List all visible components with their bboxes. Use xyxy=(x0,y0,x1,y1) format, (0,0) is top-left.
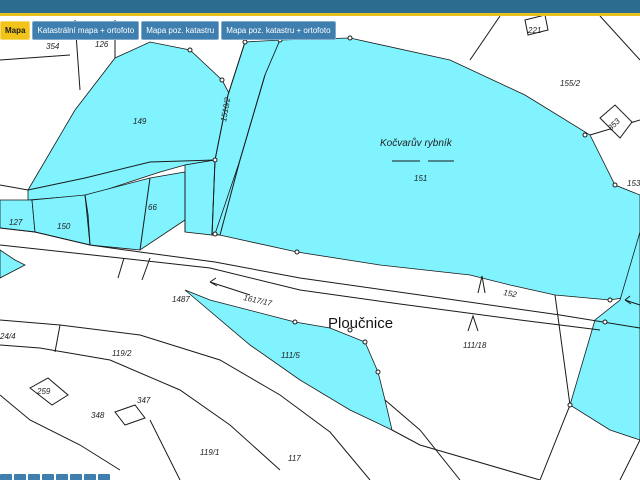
label-parcel-354: 354 xyxy=(46,42,60,51)
boundary-vertex-marker xyxy=(362,339,368,345)
boundary-vertex-marker xyxy=(212,157,218,163)
boundary-vertex-marker xyxy=(567,402,573,408)
label-parcel-155-2: 155/2 xyxy=(560,79,581,88)
bottom-toolbar-button[interactable] xyxy=(56,474,68,480)
app-header xyxy=(0,0,640,16)
label-parcel-111-5: 111/5 xyxy=(281,351,300,360)
boundary-vertex-marker xyxy=(212,231,218,237)
label-parcel-149: 149 xyxy=(133,117,147,126)
bottom-toolbar-button[interactable] xyxy=(28,474,40,480)
tab-map[interactable]: Mapa xyxy=(0,21,31,40)
label-parcel-126: 126 xyxy=(95,40,109,49)
boundary-vertex-marker xyxy=(347,35,353,41)
label-parcel-348: 348 xyxy=(91,411,105,420)
label-parcel-66: 66 xyxy=(148,203,157,212)
label-parcel-111-18: 111/18 xyxy=(463,341,487,350)
tab-land-cadastre-ortho[interactable]: Mapa poz. katastru + ortofoto xyxy=(221,21,336,40)
bottom-toolbar-button[interactable] xyxy=(84,474,96,480)
map-layer-tabs: Mapa Katastrální mapa + ortofoto Mapa po… xyxy=(0,21,336,40)
label-parcel-221: 221 xyxy=(527,26,541,35)
label-parcel-24-4: 24/4 xyxy=(0,332,16,341)
label-parcel-347: 347 xyxy=(137,396,151,405)
label-parcel-127: 127 xyxy=(9,218,23,227)
label-street-name: Ploučnice xyxy=(328,315,393,332)
tab-cadastral-ortho[interactable]: Katastrální mapa + ortofoto xyxy=(32,21,140,40)
boundary-vertex-marker xyxy=(375,369,381,375)
label-parcel-119-1: 119/1 xyxy=(200,448,219,457)
bottom-toolbar-button[interactable] xyxy=(98,474,110,480)
boundary-vertex-marker xyxy=(242,39,248,45)
parcel-127[interactable] xyxy=(0,199,36,233)
label-parcel-153: 153 xyxy=(627,179,640,188)
label-parcel-150: 150 xyxy=(57,222,71,231)
label-parcel-151: 151 xyxy=(414,174,427,183)
label-parcel-117: 117 xyxy=(288,454,301,463)
boundary-vertex-marker xyxy=(219,77,225,83)
boundary-vertex-marker xyxy=(582,132,588,138)
cadastral-map[interactable]: 354 126 221 155/2 353 149 1510/2 151 153… xyxy=(0,16,640,480)
bottom-toolbar xyxy=(0,474,640,480)
tab-land-cadastre[interactable]: Mapa poz. katastru xyxy=(141,21,220,40)
boundary-vertex-marker xyxy=(612,182,618,188)
boundary-vertex-marker xyxy=(294,249,300,255)
label-parcel-259: 259 xyxy=(36,387,51,396)
boundary-vertex-marker xyxy=(607,297,613,303)
bottom-toolbar-button[interactable] xyxy=(42,474,54,480)
bottom-toolbar-button[interactable] xyxy=(70,474,82,480)
bottom-toolbar-button[interactable] xyxy=(0,474,12,480)
bottom-toolbar-button[interactable] xyxy=(14,474,26,480)
parcel-east-small[interactable] xyxy=(184,159,216,236)
label-parcel-119-2: 119/2 xyxy=(112,349,132,358)
boundary-vertex-marker xyxy=(187,47,193,53)
label-parcel-1487: 1487 xyxy=(172,295,190,304)
boundary-vertex-marker xyxy=(602,319,608,325)
label-pond-name: Kočvarův rybník xyxy=(380,137,453,149)
boundary-vertex-marker xyxy=(292,319,298,325)
